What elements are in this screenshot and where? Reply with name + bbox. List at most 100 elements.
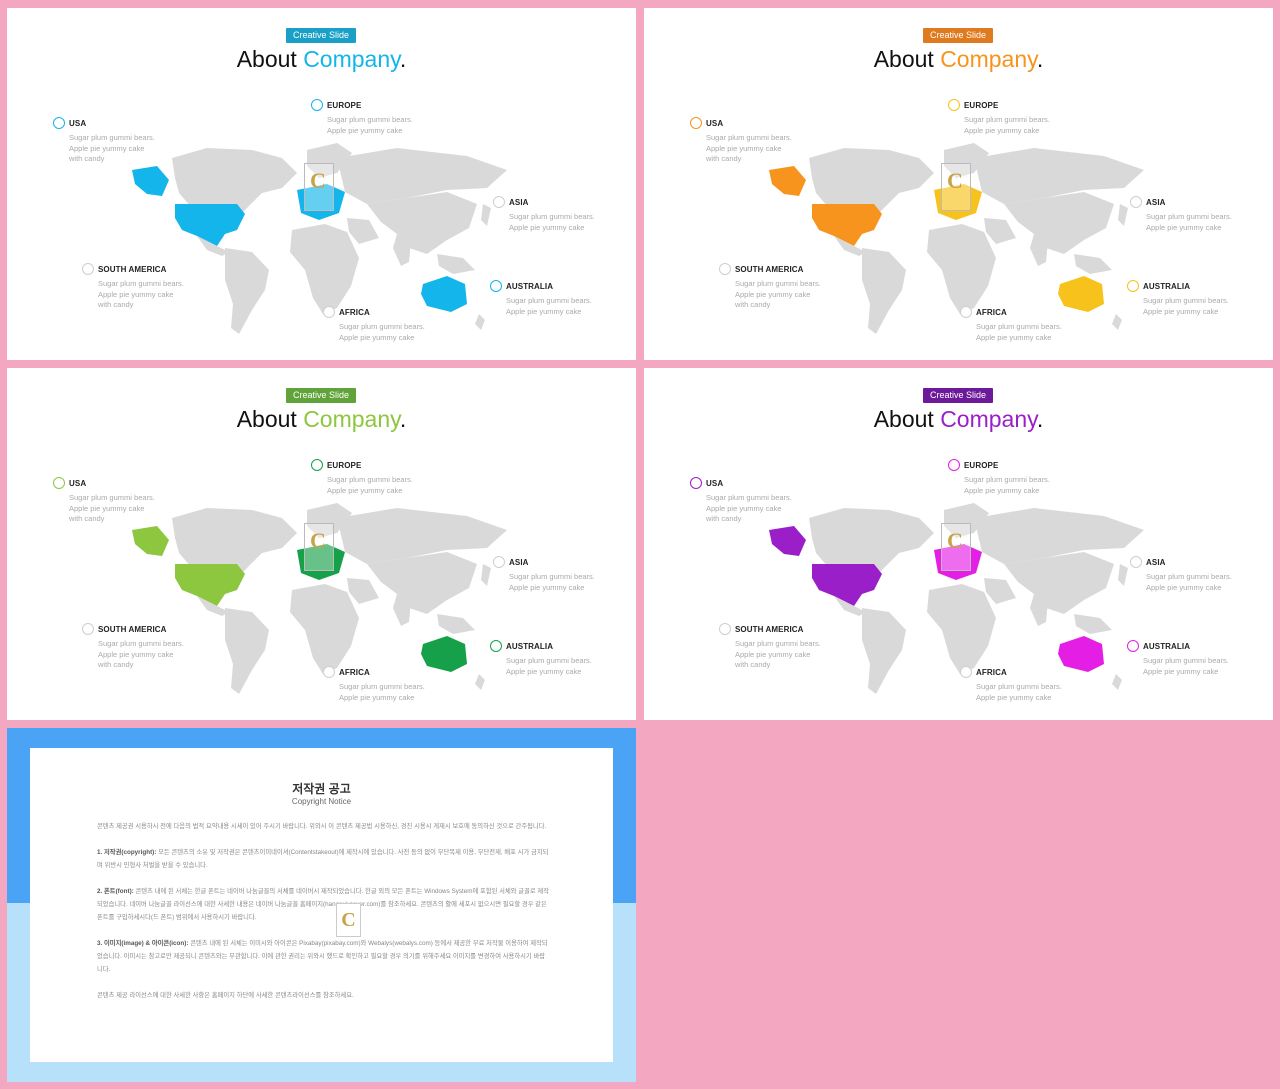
region-desc: Sugar plum gummi bears. Apple pie yummy c… [339, 682, 459, 703]
region-name: ASIA [1146, 198, 1166, 207]
region-circle-icon [311, 99, 323, 111]
label-desc-line: Sugar plum gummi bears. [509, 572, 595, 581]
section-heading: 1. 저작권(copyright): [97, 849, 159, 856]
region-circle-icon [690, 477, 702, 489]
region-desc: Sugar plum gummi bears. Apple pie yummy c… [69, 133, 189, 165]
slide-1[interactable]: Creative Slide About Company. C USA Sugar … [7, 8, 636, 360]
region-name: USA [706, 119, 724, 128]
region-name: EUROPE [327, 461, 362, 470]
label-desc-line: Apple pie yummy cake [506, 666, 582, 676]
label-desc-line: Apple pie yummy cake [735, 289, 811, 299]
map-region-nz [475, 314, 485, 330]
map-region-russia [337, 508, 507, 564]
label-desc-line: Sugar plum gummi bears. [339, 682, 425, 691]
region-circle-icon [493, 556, 505, 568]
region-name: EUROPE [327, 101, 362, 110]
copyright-subtitle: Copyright Notice [291, 797, 352, 806]
region-name: ASIA [509, 558, 529, 567]
region-desc: Sugar plum gummi bears. Apple pie yummy c… [98, 639, 218, 671]
region-circle-icon [82, 623, 94, 635]
label-desc-line: Sugar plum gummi bears. [1143, 296, 1229, 305]
map-region-australia [421, 636, 467, 672]
copyright-intro: 콘텐츠 제공권 시용하시 전에 다음의 법적 요약내용 시세이 있어 주시기 바… [97, 823, 547, 830]
region-circle-icon [490, 640, 502, 652]
region-circle-icon [719, 623, 731, 635]
label-desc-line: Sugar plum gummi bears. [1146, 212, 1232, 221]
region-name: USA [706, 479, 724, 488]
map-region-japan [1118, 204, 1128, 226]
label-desc-line: with candy [706, 154, 742, 163]
region-circle-icon [948, 99, 960, 111]
region-circle-icon [323, 306, 335, 318]
label-desc-line: with candy [69, 154, 105, 163]
map-region-alaska [769, 166, 806, 196]
region-circle-icon [719, 263, 731, 275]
region-desc: Sugar plum gummi bears. Apple pie yummy c… [706, 493, 826, 525]
label-desc-line: with candy [69, 514, 105, 523]
region-circle-icon [1127, 280, 1139, 292]
label-desc-line: Apple pie yummy cake [98, 289, 174, 299]
label-desc-line: with candy [706, 514, 742, 523]
region-name: AUSTRALIA [1143, 282, 1191, 291]
label-desc-line: Sugar plum gummi bears. [339, 322, 425, 331]
slide-3[interactable]: Creative Slide About Company. C USA Sugar … [7, 368, 636, 720]
label-desc-line: Sugar plum gummi bears. [506, 656, 592, 665]
label-desc-line: Apple pie yummy cake [69, 503, 145, 513]
label-desc-line: Sugar plum gummi bears. [1143, 656, 1229, 665]
label-desc-line: Apple pie yummy cake [976, 692, 1052, 702]
region-desc: Sugar plum gummi bears. Apple pie yummy c… [339, 322, 459, 343]
map-region-alaska [769, 526, 806, 556]
region-circle-icon [53, 117, 65, 129]
label-desc-line: with candy [735, 300, 771, 309]
map-region-nz [475, 674, 485, 690]
region-desc: Sugar plum gummi bears. Apple pie yummy c… [706, 133, 826, 165]
label-desc-line: Sugar plum gummi bears. [735, 639, 821, 648]
label-desc-line: Apple pie yummy cake [327, 125, 403, 135]
label-desc-line: Apple pie yummy cake [506, 306, 582, 316]
region-name: SOUTH AMERICA [98, 265, 167, 274]
slide-4[interactable]: Creative Slide About Company. C USA Sugar … [644, 368, 1273, 720]
region-desc: Sugar plum gummi bears. Apple pie yummy c… [327, 115, 447, 136]
copyright-body: 콘텐츠 제공권 시용하시 전에 다음의 법적 요약내용 시세이 있어 주시기 바… [97, 820, 549, 1015]
label-desc-line: Sugar plum gummi bears. [735, 279, 821, 288]
label-desc-line: Sugar plum gummi bears. [69, 133, 155, 142]
slide-2[interactable]: Creative Slide About Company. C USA Sugar … [644, 8, 1273, 360]
region-circle-icon [1130, 196, 1142, 208]
map-region-samerica [225, 248, 269, 334]
region-circle-icon [1130, 556, 1142, 568]
watermark-logo: C [941, 523, 971, 571]
label-desc-line: Apple pie yummy cake [339, 332, 415, 342]
copyright-card: 저작권 공고 Copyright Notice 콘텐츠 제공권 시용하시 전에 … [30, 748, 613, 1062]
region-desc: Sugar plum gummi bears. Apple pie yummy c… [1143, 656, 1263, 677]
region-name: USA [69, 119, 87, 128]
region-desc: Sugar plum gummi bears. Apple pie yummy c… [976, 682, 1096, 703]
region-circle-icon [53, 477, 65, 489]
watermark-logo: C [336, 903, 361, 937]
label-desc-line: with candy [735, 660, 771, 669]
region-circle-icon [1127, 640, 1139, 652]
label-desc-line: Sugar plum gummi bears. [327, 475, 413, 484]
label-desc-line: Apple pie yummy cake [735, 649, 811, 659]
copyright-slide[interactable]: 저작권 공고 Copyright Notice 콘텐츠 제공권 시용하시 전에 … [7, 728, 636, 1082]
watermark-logo: C [304, 523, 334, 571]
label-desc-line: Apple pie yummy cake [706, 503, 782, 513]
map-region-mideast [984, 218, 1016, 244]
map-region-africa [927, 224, 996, 314]
region-name: AUSTRALIA [1143, 642, 1191, 651]
region-circle-icon [490, 280, 502, 292]
region-desc: Sugar plum gummi bears. Apple pie yummy c… [1143, 296, 1263, 317]
map-region-samerica [862, 248, 906, 334]
region-name: USA [69, 479, 87, 488]
watermark-logo: C [941, 163, 971, 211]
region-desc: Sugar plum gummi bears. Apple pie yummy c… [509, 212, 629, 233]
map-region-japan [1118, 564, 1128, 586]
map-region-japan [481, 204, 491, 226]
region-name: AFRICA [976, 668, 1007, 677]
region-desc: Sugar plum gummi bears. Apple pie yummy c… [506, 296, 626, 317]
map-region-samerica [225, 608, 269, 694]
label-desc-line: Apple pie yummy cake [964, 485, 1040, 495]
label-desc-line: with candy [98, 300, 134, 309]
label-desc-line: Sugar plum gummi bears. [327, 115, 413, 124]
region-name: SOUTH AMERICA [98, 625, 167, 634]
section-text: 콘텐츠 내에 된 서체는 한글 폰트는 네이버 나눔글꼴의 서체를 네이버시 제… [97, 888, 550, 921]
